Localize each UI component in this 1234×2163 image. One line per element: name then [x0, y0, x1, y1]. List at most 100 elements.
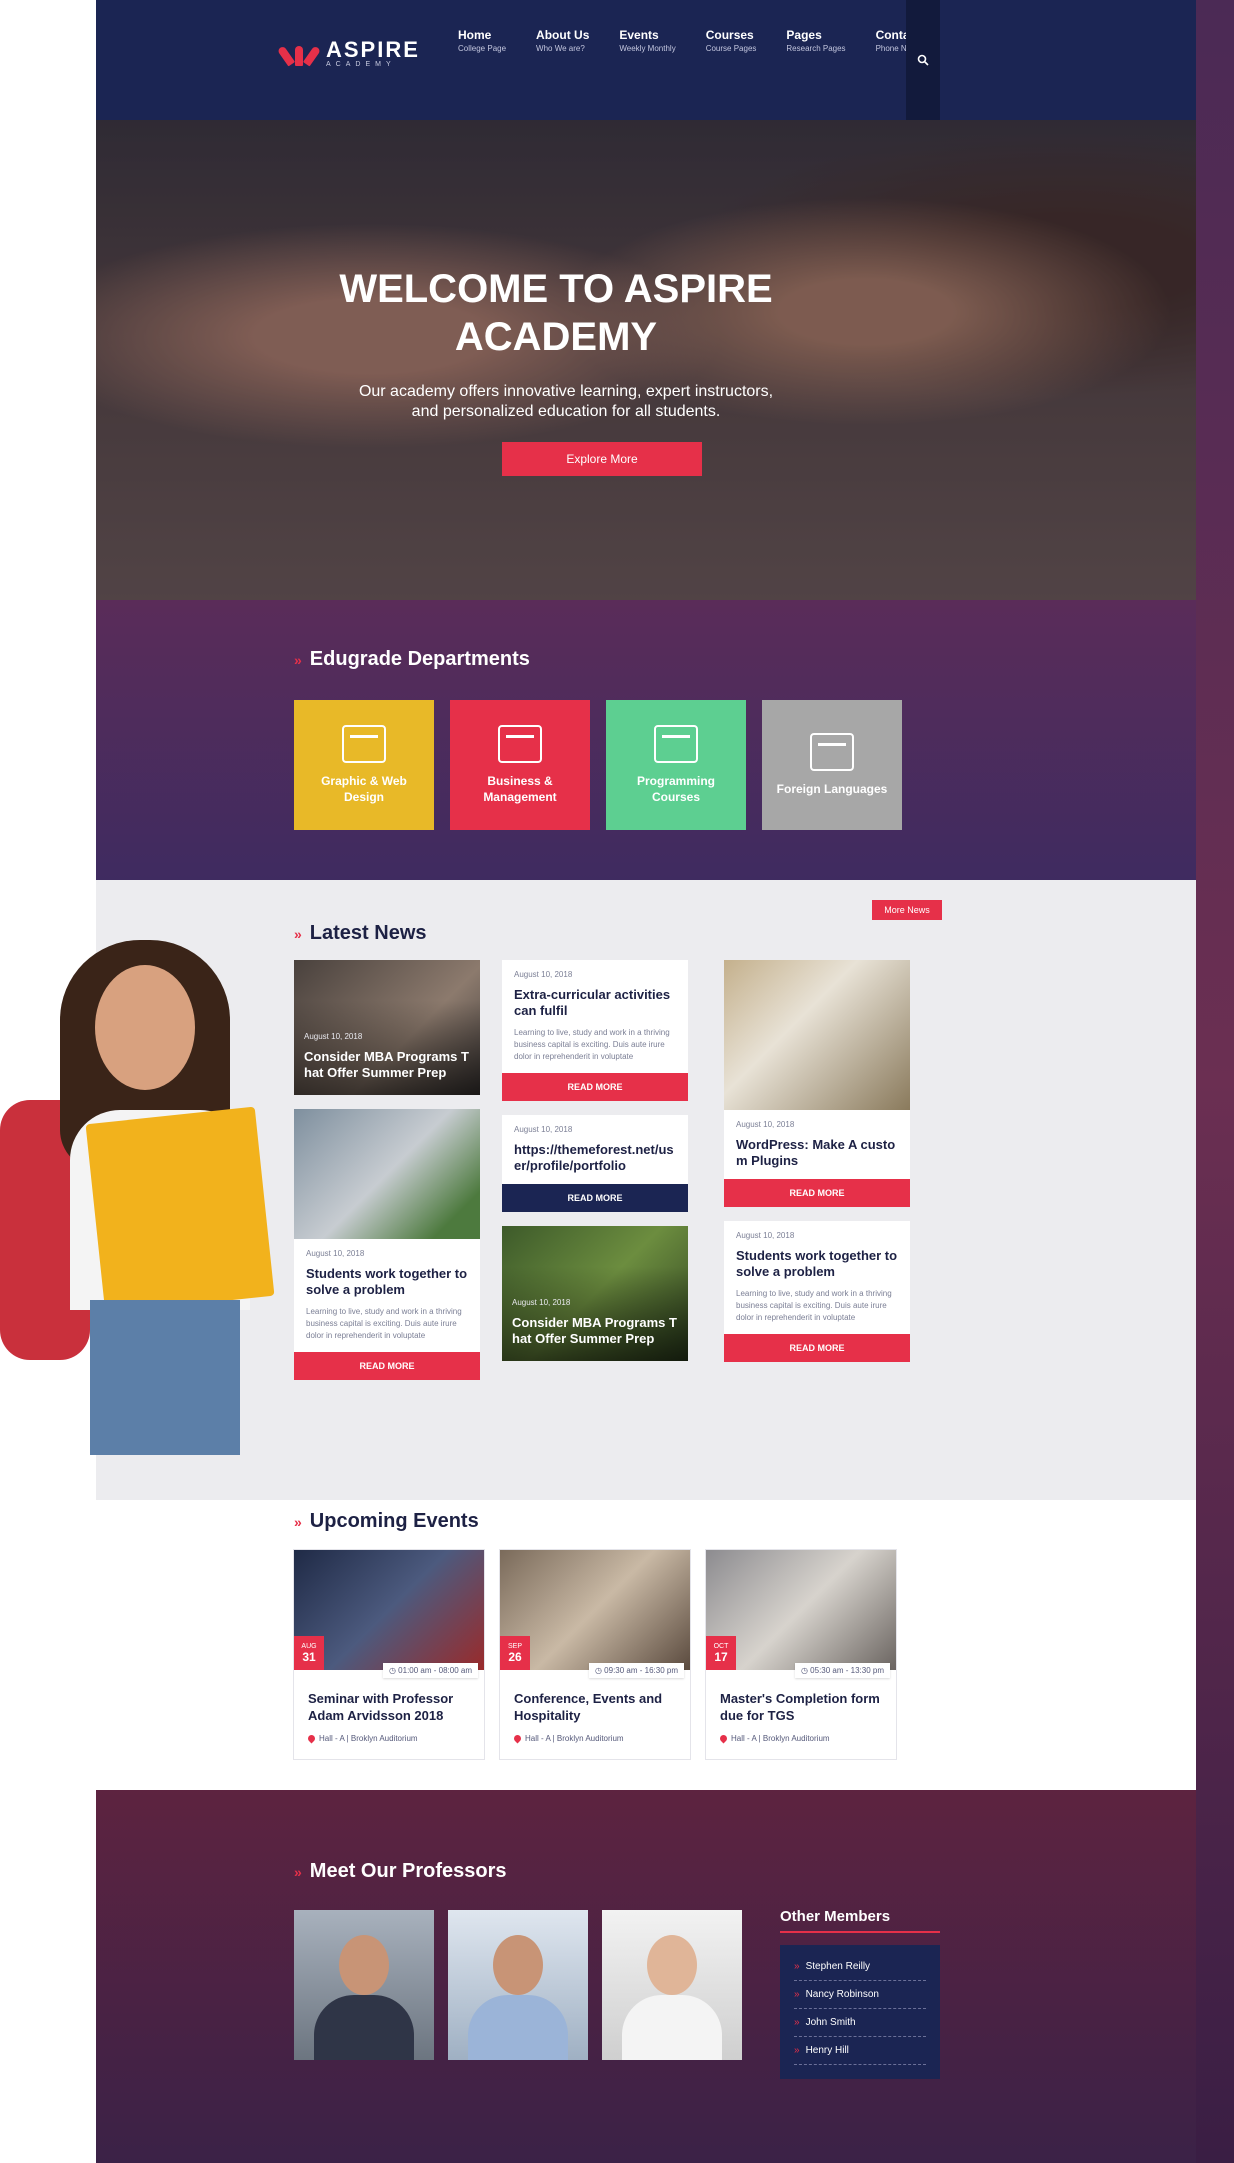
event-title[interactable]: Conference, Events and Hospitality — [514, 1690, 676, 1724]
event-location-text: Hall - A | Broklyn Auditorium — [525, 1734, 624, 1743]
professors-title: Meet Our Professors — [309, 1860, 507, 1882]
event-month: SEP — [507, 1642, 522, 1650]
news-title[interactable]: Students work together to solve a proble… — [736, 1248, 898, 1280]
event-grid: AUG 31 ◷ 01:00 am - 08:00 am Seminar wit… — [294, 1550, 896, 1759]
nav-item-home[interactable]: Home College Page — [458, 28, 506, 53]
professor-photo[interactable] — [448, 1910, 588, 2060]
nav-label: Events — [619, 28, 659, 42]
site-header: ASPIRE ACADEMY Home College Page About U… — [96, 0, 1196, 120]
member-link[interactable]: » Nancy Robinson — [794, 1981, 926, 2009]
nav-label: Courses — [705, 28, 754, 42]
event-location-text: Hall - A | Broklyn Auditorium — [731, 1734, 830, 1743]
search-button[interactable] — [906, 0, 940, 120]
read-more-button[interactable]: READ MORE — [724, 1334, 910, 1362]
code-window-icon — [654, 725, 698, 763]
event-card[interactable]: AUG 31 ◷ 01:00 am - 08:00 am Seminar wit… — [294, 1550, 484, 1759]
news-card[interactable]: August 10, 2018 Consider MBA Programs Th… — [294, 960, 480, 1095]
logo[interactable]: ASPIRE ACADEMY — [276, 38, 420, 68]
news-card[interactable]: August 10, 2018 Extra-curricular activit… — [502, 960, 688, 1101]
double-arrow-icon: » — [794, 1989, 800, 2000]
event-body: Conference, Events and Hospitality Hall … — [500, 1670, 690, 1759]
lotus-logo-icon — [276, 38, 322, 68]
read-more-button[interactable]: READ MORE — [502, 1184, 688, 1212]
news-overlay: August 10, 2018 Consider MBA Programs Th… — [304, 1032, 470, 1081]
dept-card-graphic-design[interactable]: Graphic & Web Design — [294, 700, 434, 830]
events-title: Upcoming Events — [309, 1510, 479, 1532]
news-text: Learning to live, study and work in a th… — [514, 1028, 670, 1061]
event-time-text: 09:30 am - 16:30 pm — [604, 1666, 678, 1675]
news-title[interactable]: Consider MBA Programs That Offer Summer … — [512, 1315, 678, 1347]
event-title[interactable]: Master's Completion form due for TGS — [720, 1690, 882, 1724]
member-link[interactable]: » John Smith — [794, 2009, 926, 2037]
double-arrow-icon: » — [294, 925, 302, 942]
nav-label: Pages — [786, 28, 822, 42]
dept-card-languages[interactable]: Foreign Languages — [762, 700, 902, 830]
news-card[interactable]: August 10, 2018 https://themeforest.net/… — [502, 1115, 688, 1212]
member-name: Stephen Reilly — [805, 1961, 871, 1972]
page-3d-side — [1196, 0, 1234, 2163]
section-heading: » Meet Our Professors — [294, 1860, 507, 1883]
read-more-button[interactable]: READ MORE — [502, 1073, 688, 1101]
event-image: AUG 31 ◷ 01:00 am - 08:00 am — [294, 1550, 484, 1678]
news-image — [724, 960, 910, 1110]
news-title[interactable]: WordPress: Make A custom Plugins — [736, 1137, 898, 1169]
chart-icon — [498, 725, 542, 763]
news-date: August 10, 2018 — [736, 1231, 795, 1240]
event-location: Hall - A | Broklyn Auditorium — [718, 1733, 882, 1744]
more-news-button[interactable]: More News — [872, 900, 942, 920]
news-title[interactable]: Students work together to solve a proble… — [306, 1266, 468, 1298]
member-name: Nancy Robinson — [805, 1989, 879, 2000]
hero-title: WELCOME TO ASPIRE ACADEMY — [339, 267, 773, 359]
double-arrow-icon: » — [794, 1961, 800, 1972]
news-body: August 10, 2018 Students work together t… — [294, 1239, 480, 1352]
read-more-button[interactable]: READ MORE — [724, 1179, 910, 1207]
nav-item-about[interactable]: About Us Who We are? — [536, 28, 589, 53]
news-title: Latest News — [309, 922, 427, 944]
event-body: Seminar with Professor Adam Arvidsson 20… — [294, 1670, 484, 1759]
event-title[interactable]: Seminar with Professor Adam Arvidsson 20… — [308, 1690, 470, 1724]
news-card[interactable]: August 10, 2018 Consider MBA Programs Th… — [502, 1226, 688, 1361]
event-card[interactable]: SEP 26 ◷ 09:30 am - 16:30 pm Conference,… — [500, 1550, 690, 1759]
map-pin-icon — [306, 1733, 317, 1744]
news-body: August 10, 2018 WordPress: Make A custom… — [724, 1110, 910, 1179]
event-location-text: Hall - A | Broklyn Auditorium — [319, 1734, 418, 1743]
hero-banner: WELCOME TO ASPIRE ACADEMY Our academy of… — [96, 120, 1196, 600]
news-column: August 10, 2018 WordPress: Make A custom… — [724, 960, 910, 1362]
news-card[interactable]: August 10, 2018 Students work together t… — [294, 1109, 480, 1380]
read-more-button[interactable]: READ MORE — [294, 1352, 480, 1380]
professors-section: » Meet Our Professors Other Members » Ste… — [96, 1790, 1196, 2163]
news-column: August 10, 2018 Consider MBA Programs Th… — [294, 960, 480, 1380]
event-card[interactable]: OCT 17 ◷ 05:30 am - 13:30 pm Master's Co… — [706, 1550, 896, 1759]
clock-icon: ◷ — [800, 1666, 808, 1675]
nav-sublabel: Who We are? — [536, 44, 585, 53]
news-text: Learning to live, study and work in a th… — [736, 1289, 892, 1322]
other-members-title: Other Members — [780, 1908, 940, 1933]
map-pin-icon — [512, 1733, 523, 1744]
nav-label: About Us — [536, 28, 590, 42]
member-link[interactable]: » Stephen Reilly — [794, 1953, 926, 1981]
nav-item-courses[interactable]: Courses Course Pages — [706, 28, 757, 53]
news-date: August 10, 2018 — [306, 1249, 365, 1258]
news-title[interactable]: Consider MBA Programs That Offer Summer … — [304, 1049, 470, 1081]
news-date: August 10, 2018 — [514, 1125, 573, 1134]
news-body: August 10, 2018 Extra-curricular activit… — [502, 960, 688, 1073]
member-link[interactable]: » Henry Hill — [794, 2037, 926, 2065]
event-body: Master's Completion form due for TGS Hal… — [706, 1670, 896, 1759]
nav-item-events[interactable]: Events Weekly Monthly — [619, 28, 675, 53]
news-title[interactable]: https://themeforest.net/user/profile/por… — [514, 1142, 676, 1174]
brand-tagline: ACADEMY — [326, 60, 396, 68]
news-card[interactable]: August 10, 2018 WordPress: Make A custom… — [724, 960, 910, 1207]
map-pin-icon — [718, 1733, 729, 1744]
monitor-icon — [342, 725, 386, 763]
professor-photo[interactable] — [602, 1910, 742, 2060]
dept-card-programming[interactable]: Programming Courses — [606, 700, 746, 830]
dept-card-business[interactable]: Business & Management — [450, 700, 590, 830]
nav-item-pages[interactable]: Pages Research Pages — [786, 28, 845, 53]
event-day: 31 — [302, 1649, 316, 1664]
professor-photo[interactable] — [294, 1910, 434, 2060]
news-card[interactable]: August 10, 2018 Students work together t… — [724, 1221, 910, 1362]
section-heading: » Latest News — [294, 922, 427, 945]
double-arrow-icon: » — [794, 2017, 800, 2028]
explore-more-button[interactable]: Explore More — [502, 442, 702, 476]
news-title[interactable]: Extra-curricular activities can fulfil — [514, 987, 676, 1019]
